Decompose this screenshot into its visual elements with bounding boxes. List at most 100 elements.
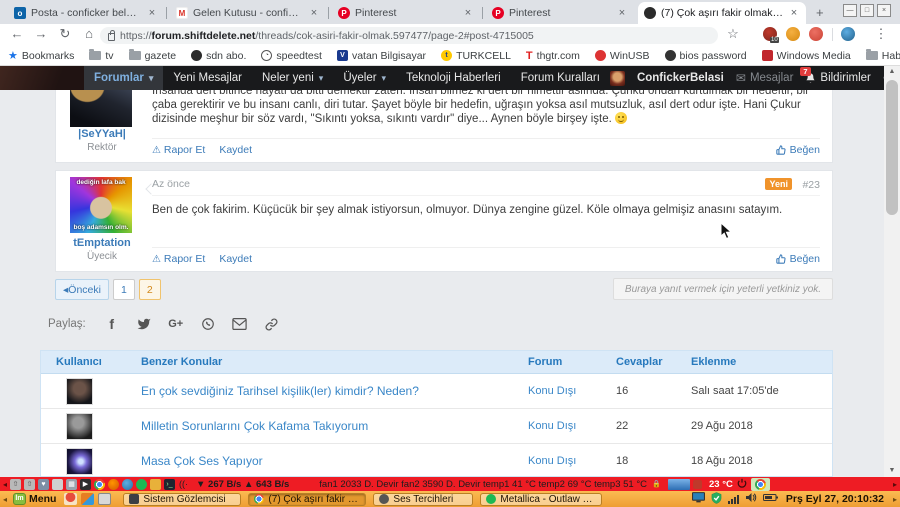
username-link[interactable]: ConfickerBelasi [637, 72, 724, 84]
bookmark-vatan[interactable]: Vvatan Bilgisayar [336, 50, 426, 62]
bookmark-folder-gazete[interactable]: gazete [128, 49, 176, 62]
power-icon[interactable] [737, 478, 747, 491]
launcher-firefox-icon[interactable] [108, 478, 119, 490]
forum-link[interactable]: Konu Dışı [528, 420, 576, 432]
avatar[interactable]: dediğin lafa bak boş adamsın olm. [70, 177, 132, 233]
thread-link[interactable]: En çok sevdiğiniz Tarihsel kişilik(ler) … [141, 384, 419, 398]
link-share-icon[interactable] [264, 316, 280, 332]
email-share-icon[interactable] [232, 316, 248, 332]
reload-icon[interactable]: ↻ [56, 26, 74, 42]
screenshot-tool-icon[interactable] [81, 493, 95, 505]
launcher-up1-icon[interactable]: ⇧ [10, 478, 21, 490]
launcher-files-icon[interactable] [52, 478, 63, 490]
tab-close-icon[interactable]: × [616, 7, 628, 19]
taskbar-window-sistem[interactable]: Sistem Gözlemcisi [123, 492, 242, 506]
bookmark-bios[interactable]: bios password [664, 50, 747, 62]
report-link[interactable]: ⚠ Rapor Et [152, 144, 205, 156]
notifications-link[interactable]: 7 Bildirimler [800, 67, 871, 84]
shield-check-icon[interactable] [711, 491, 722, 507]
nav-item-yeni-mesajlar[interactable]: Yeni Mesajlar [163, 66, 252, 90]
bookmark-winusb[interactable]: WinUSB [594, 50, 650, 62]
extension-orange-icon[interactable] [786, 27, 800, 41]
launcher-office-icon[interactable] [150, 478, 161, 490]
display-tray-icon[interactable] [691, 492, 705, 506]
avatar[interactable] [66, 448, 93, 475]
prev-page-button[interactable]: ◂ Önceki [55, 279, 109, 300]
launcher-terminal-icon[interactable]: ›_ [164, 478, 175, 490]
nav-item-teknoloji-haberleri[interactable]: Teknoloji Haberleri [396, 66, 511, 90]
site-logo-area[interactable] [0, 66, 84, 90]
tab-pinterest-1[interactable]: P Pinterest × [332, 2, 480, 24]
taskbar-window-chrome[interactable]: (7) Çok aşırı fakir olm... [248, 492, 367, 506]
launcher-blue-icon[interactable] [122, 478, 133, 490]
window-maximize-button[interactable]: □ [860, 4, 874, 17]
tab-close-icon[interactable]: × [308, 7, 320, 19]
forum-link[interactable]: Konu Dışı [528, 455, 576, 467]
mint-menu-icon[interactable]: lm [13, 493, 26, 505]
panel-scroll-right-icon[interactable]: ▸ [890, 480, 900, 489]
thread-link[interactable]: Masa Çok Ses Yapıyor [141, 454, 263, 468]
save-link[interactable]: Kaydet [219, 144, 252, 156]
forum-link[interactable]: Konu Dışı [528, 385, 576, 397]
bookmark-speedtest[interactable]: ◔ speedtest [261, 50, 322, 62]
bookmark-winmedia[interactable]: Windows Media [761, 50, 851, 62]
like-button[interactable]: Beğen [775, 144, 820, 156]
battery-tray-icon[interactable] [762, 493, 778, 505]
avatar[interactable] [66, 413, 93, 440]
forward-icon[interactable]: → [32, 26, 50, 41]
menu-button[interactable]: Menu [29, 493, 56, 505]
window-minimize-button[interactable]: — [843, 4, 857, 17]
taskbar-scroll-right-icon[interactable]: ▸ [890, 495, 900, 504]
tab-close-icon[interactable]: × [462, 7, 474, 19]
launcher-spotify-icon[interactable] [136, 478, 147, 490]
bookmark-thgtr[interactable]: Tthgtr.com [526, 50, 580, 62]
post-username[interactable]: |SeYYaH| [56, 128, 148, 140]
launcher-mediaplayer-icon[interactable]: ▶ [80, 478, 91, 490]
home-icon[interactable]: ⌂ [80, 26, 98, 41]
browser-menu-icon[interactable]: ⋮ [872, 26, 890, 42]
scrollbar-thumb[interactable] [886, 80, 898, 215]
post-username[interactable]: tEmptation [56, 237, 148, 249]
page-scrollbar[interactable]: ▲ ▼ [884, 66, 900, 477]
post-number[interactable]: #23 [802, 179, 820, 191]
avatar[interactable] [66, 378, 93, 405]
taskbar-window-spotify[interactable]: Metallica - Outlaw Tor... [480, 492, 603, 506]
extension-globe-icon[interactable] [841, 27, 855, 41]
address-bar[interactable]: https://forum.shiftdelete.net/threads/co… [100, 27, 718, 44]
weather-image[interactable] [668, 478, 691, 490]
bookmark-folder-haberler[interactable]: Haberler [865, 49, 900, 62]
back-icon[interactable]: ← [8, 26, 26, 41]
post-time[interactable]: Az önce [152, 178, 190, 190]
launcher-calculator-icon[interactable]: ▦ [66, 478, 77, 490]
report-link[interactable]: ⚠ Rapor Et [152, 253, 205, 265]
taskbar-window-ses[interactable]: Ses Tercihleri [373, 492, 474, 506]
show-desktop-icon[interactable] [98, 493, 112, 505]
launcher-heart-icon[interactable]: ♥ [38, 478, 49, 490]
location-pin-icon[interactable] [64, 493, 78, 505]
tab-close-icon[interactable]: × [788, 7, 800, 19]
taskbar-scroll-left-icon[interactable]: ◂ [0, 495, 10, 504]
page-1-button[interactable]: 1 [112, 279, 135, 300]
volume-tray-icon[interactable] [745, 492, 757, 506]
bookmark-bookmarks[interactable]: ★ Bookmarks [8, 49, 74, 63]
user-avatar[interactable] [609, 70, 625, 86]
bookmark-folder-tv[interactable]: tv [89, 49, 114, 62]
chrome-tray-icon[interactable] [750, 477, 770, 491]
taskbar-clock[interactable]: Prş Eyl 27, 20:10:32 [786, 493, 884, 505]
like-button[interactable]: Beğen [775, 253, 820, 265]
save-link[interactable]: Kaydet [219, 253, 252, 265]
tab-gmail[interactable]: M Gelen Kutusu - confickerbelasi × [170, 2, 326, 24]
extension-adblock-icon[interactable]: 10 [763, 27, 779, 43]
extension-red-icon[interactable] [809, 27, 823, 41]
messages-link[interactable]: ✉ Mesajlar [736, 71, 794, 85]
bookmark-sdn-abo[interactable]: sdn abo. [191, 50, 246, 62]
tab-close-icon[interactable]: × [146, 7, 158, 19]
googleplus-share-icon[interactable]: G+ [168, 316, 184, 332]
bookmark-turkcell[interactable]: t TURKCELL [441, 50, 511, 62]
tab-outlook[interactable]: o Posta - conficker belasi - Outloo × [8, 2, 164, 24]
nav-item-forumlar[interactable]: Forumlar ▾ [84, 66, 164, 90]
twitter-share-icon[interactable] [136, 316, 152, 332]
network-applet-icon[interactable]: ((· [178, 479, 189, 490]
tab-pinterest-2[interactable]: P Pinterest × [486, 2, 634, 24]
scroll-up-icon[interactable]: ▲ [884, 66, 900, 78]
